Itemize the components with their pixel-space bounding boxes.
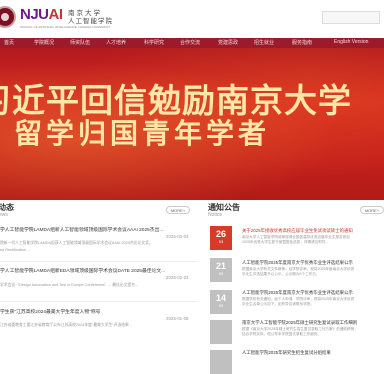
news-section-subtitle: ews	[0, 212, 8, 218]
notice-item-title[interactable]: 南京大学人工智能学院2025年硕士研究生复试录取工作细则	[242, 320, 357, 326]
notice-item-desc: 毕业生名单公示如下，如有异议请联系学院。	[242, 302, 314, 306]
notice-date-badge	[210, 350, 232, 374]
nav-item-guide[interactable]: 服务指南	[292, 39, 312, 46]
notice-item-desc: 2025年优秀大学生夏令营暨推免选拔，详情请见附件...	[242, 240, 329, 244]
nav-item-admission[interactable]: 招生就业	[254, 39, 274, 46]
notice-more-button[interactable]: MORE+	[360, 206, 384, 214]
notice-item-title[interactable]: 人工智能学院2025年度南京大学优秀毕业生评选结果公示	[242, 290, 353, 296]
news-item-title[interactable]: 学人工智能学院LAMDA组新EDA领域顶级国际学术会议DATE 2025最佳论文…	[0, 267, 165, 274]
site-logo[interactable]: NJUAI	[20, 6, 63, 23]
news-item-date: 2025-03-03	[166, 234, 189, 239]
site-header: NJUAI 南京大学 人工智能学院 SCHOOL OF ARTIFICIAL I…	[0, 0, 384, 38]
university-emblem-icon[interactable]	[0, 6, 16, 28]
news-item-title[interactable]: 学生获"江苏高校2024最美大学生年度人物"称号	[0, 308, 100, 315]
notice-item-desc: 结合学院实际，现公布本学院复试录取工作细则。	[242, 332, 322, 336]
notice-date-badge: 26 03	[210, 226, 232, 250]
logo-cn-school: 人工智能学院	[68, 18, 113, 25]
news-divider	[0, 301, 198, 302]
news-item-date: 2025-01-08	[166, 316, 189, 321]
news-divider	[0, 261, 198, 262]
news-item-desc: 学术会议（Design Automation and Test in Europ…	[0, 283, 139, 287]
nav-item-education[interactable]: 人才培养	[106, 39, 126, 46]
nav-item-faculty[interactable]: 师资队伍	[70, 39, 90, 46]
nav-item-english[interactable]: English Version	[334, 39, 368, 45]
notice-date-badge	[210, 320, 232, 344]
news-item-desc: 江苏省委教育工委江苏省教育厅公布江苏高校2024年度"最美大学生"评选结果...	[0, 323, 133, 327]
news-item-date: 2025-02-23	[166, 275, 189, 280]
nav-item-party[interactable]: 党建思政	[218, 39, 238, 46]
notice-date-badge: 21 03	[210, 258, 232, 282]
notice-date-badge: 14 03	[210, 290, 232, 314]
notice-section-subtitle: Notice	[208, 212, 223, 218]
news-item-desc: 院新一代人工智能学院LAMDA组获人工智能领域顶级国际学术会议AAAI 2025…	[0, 241, 153, 245]
nav-item-research[interactable]: 科学研究	[144, 39, 164, 46]
notice-item-title[interactable]: 人工智能学院2025年度南京大学优秀毕业生评选结果公示	[242, 260, 353, 266]
main-nav: 首页 学院概况 师资队伍 人才培养 科学研究 合作交流 党建思政 招生就业 服务…	[0, 38, 384, 48]
news-item-title[interactable]: 学人工智能学院LAMDA组新人工智能领域顶级国际学术会议AAAI 2025杰出.…	[0, 226, 163, 233]
notice-item-title[interactable]: 关于2025年接收优秀高校应届毕业生免试攻读硕士的通知	[242, 228, 353, 234]
logo-en-name: SCHOOL OF ARTIFICIAL INTELLIGENCE, NANJI…	[20, 25, 111, 29]
news-more-button[interactable]: MORE+	[166, 206, 190, 214]
search-input[interactable]	[322, 11, 380, 24]
nav-item-about[interactable]: 学院概况	[34, 39, 54, 46]
notice-item-desc: 毕业生评选结果予以公示，公示期为5个工作日。	[242, 272, 320, 276]
notice-item-title[interactable]: 人工智能学院2025年研究生招生复试分组结果	[242, 350, 331, 356]
nav-item-home[interactable]: 首页	[4, 39, 14, 46]
nav-item-cooperation[interactable]: 合作交流	[180, 39, 200, 46]
banner-subheadline: 留学归国青年学者	[14, 117, 271, 150]
news-item-desc: ed Rectification ...	[0, 248, 31, 252]
hero-banner[interactable]: 习近平回信勉励南京大学 留学归国青年学者	[0, 48, 384, 200]
